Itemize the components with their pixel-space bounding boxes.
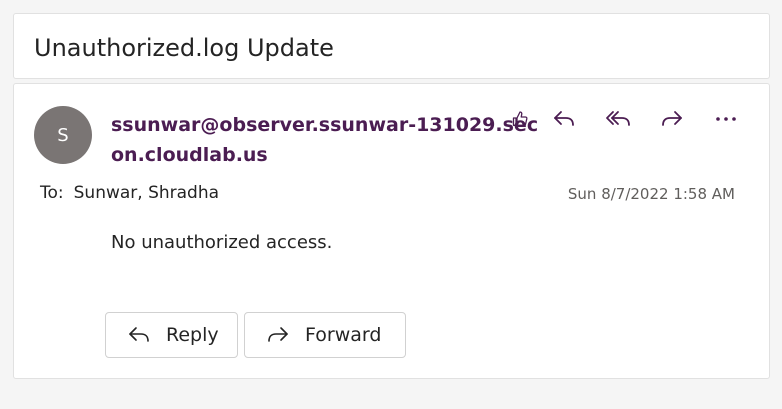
avatar-initial: S [57, 124, 69, 146]
like-button[interactable] [503, 102, 537, 136]
forward-icon [659, 108, 685, 130]
footer-reply-button[interactable]: Reply [105, 312, 238, 358]
forward-label: Forward [305, 324, 382, 346]
reply-label: Reply [166, 324, 219, 346]
more-actions-button[interactable] [709, 102, 743, 136]
recipient-name[interactable]: Sunwar, Shradha [74, 183, 219, 203]
email-subject: Unauthorized.log Update [34, 34, 334, 62]
reply-all-icon [604, 108, 632, 130]
reply-all-button[interactable] [601, 102, 635, 136]
reply-icon [126, 322, 152, 348]
sender-avatar[interactable]: S [34, 106, 92, 164]
to-label: To: [40, 183, 64, 203]
reply-icon [551, 108, 577, 130]
more-icon [715, 115, 737, 123]
footer-forward-button[interactable]: Forward [244, 312, 406, 358]
sent-date: Sun 8/7/2022 1:58 AM [567, 185, 735, 203]
sender-address[interactable]: ssunwar@observer.ssunwar-131029.secu-pg0… [111, 110, 539, 170]
forward-button[interactable] [655, 102, 689, 136]
message-body: No unauthorized access. [111, 232, 333, 253]
sender-address-container: ssunwar@observer.ssunwar-131029.secu-pg0… [111, 110, 539, 172]
subject-card: Unauthorized.log Update [13, 13, 770, 79]
message-card: S ssunwar@observer.ssunwar-131029.secu-p… [13, 83, 770, 379]
reply-button[interactable] [547, 102, 581, 136]
like-icon [510, 109, 530, 129]
forward-icon [265, 322, 291, 348]
message-actions [512, 102, 757, 138]
recipient-row: To: Sunwar, Shradha [40, 182, 219, 204]
